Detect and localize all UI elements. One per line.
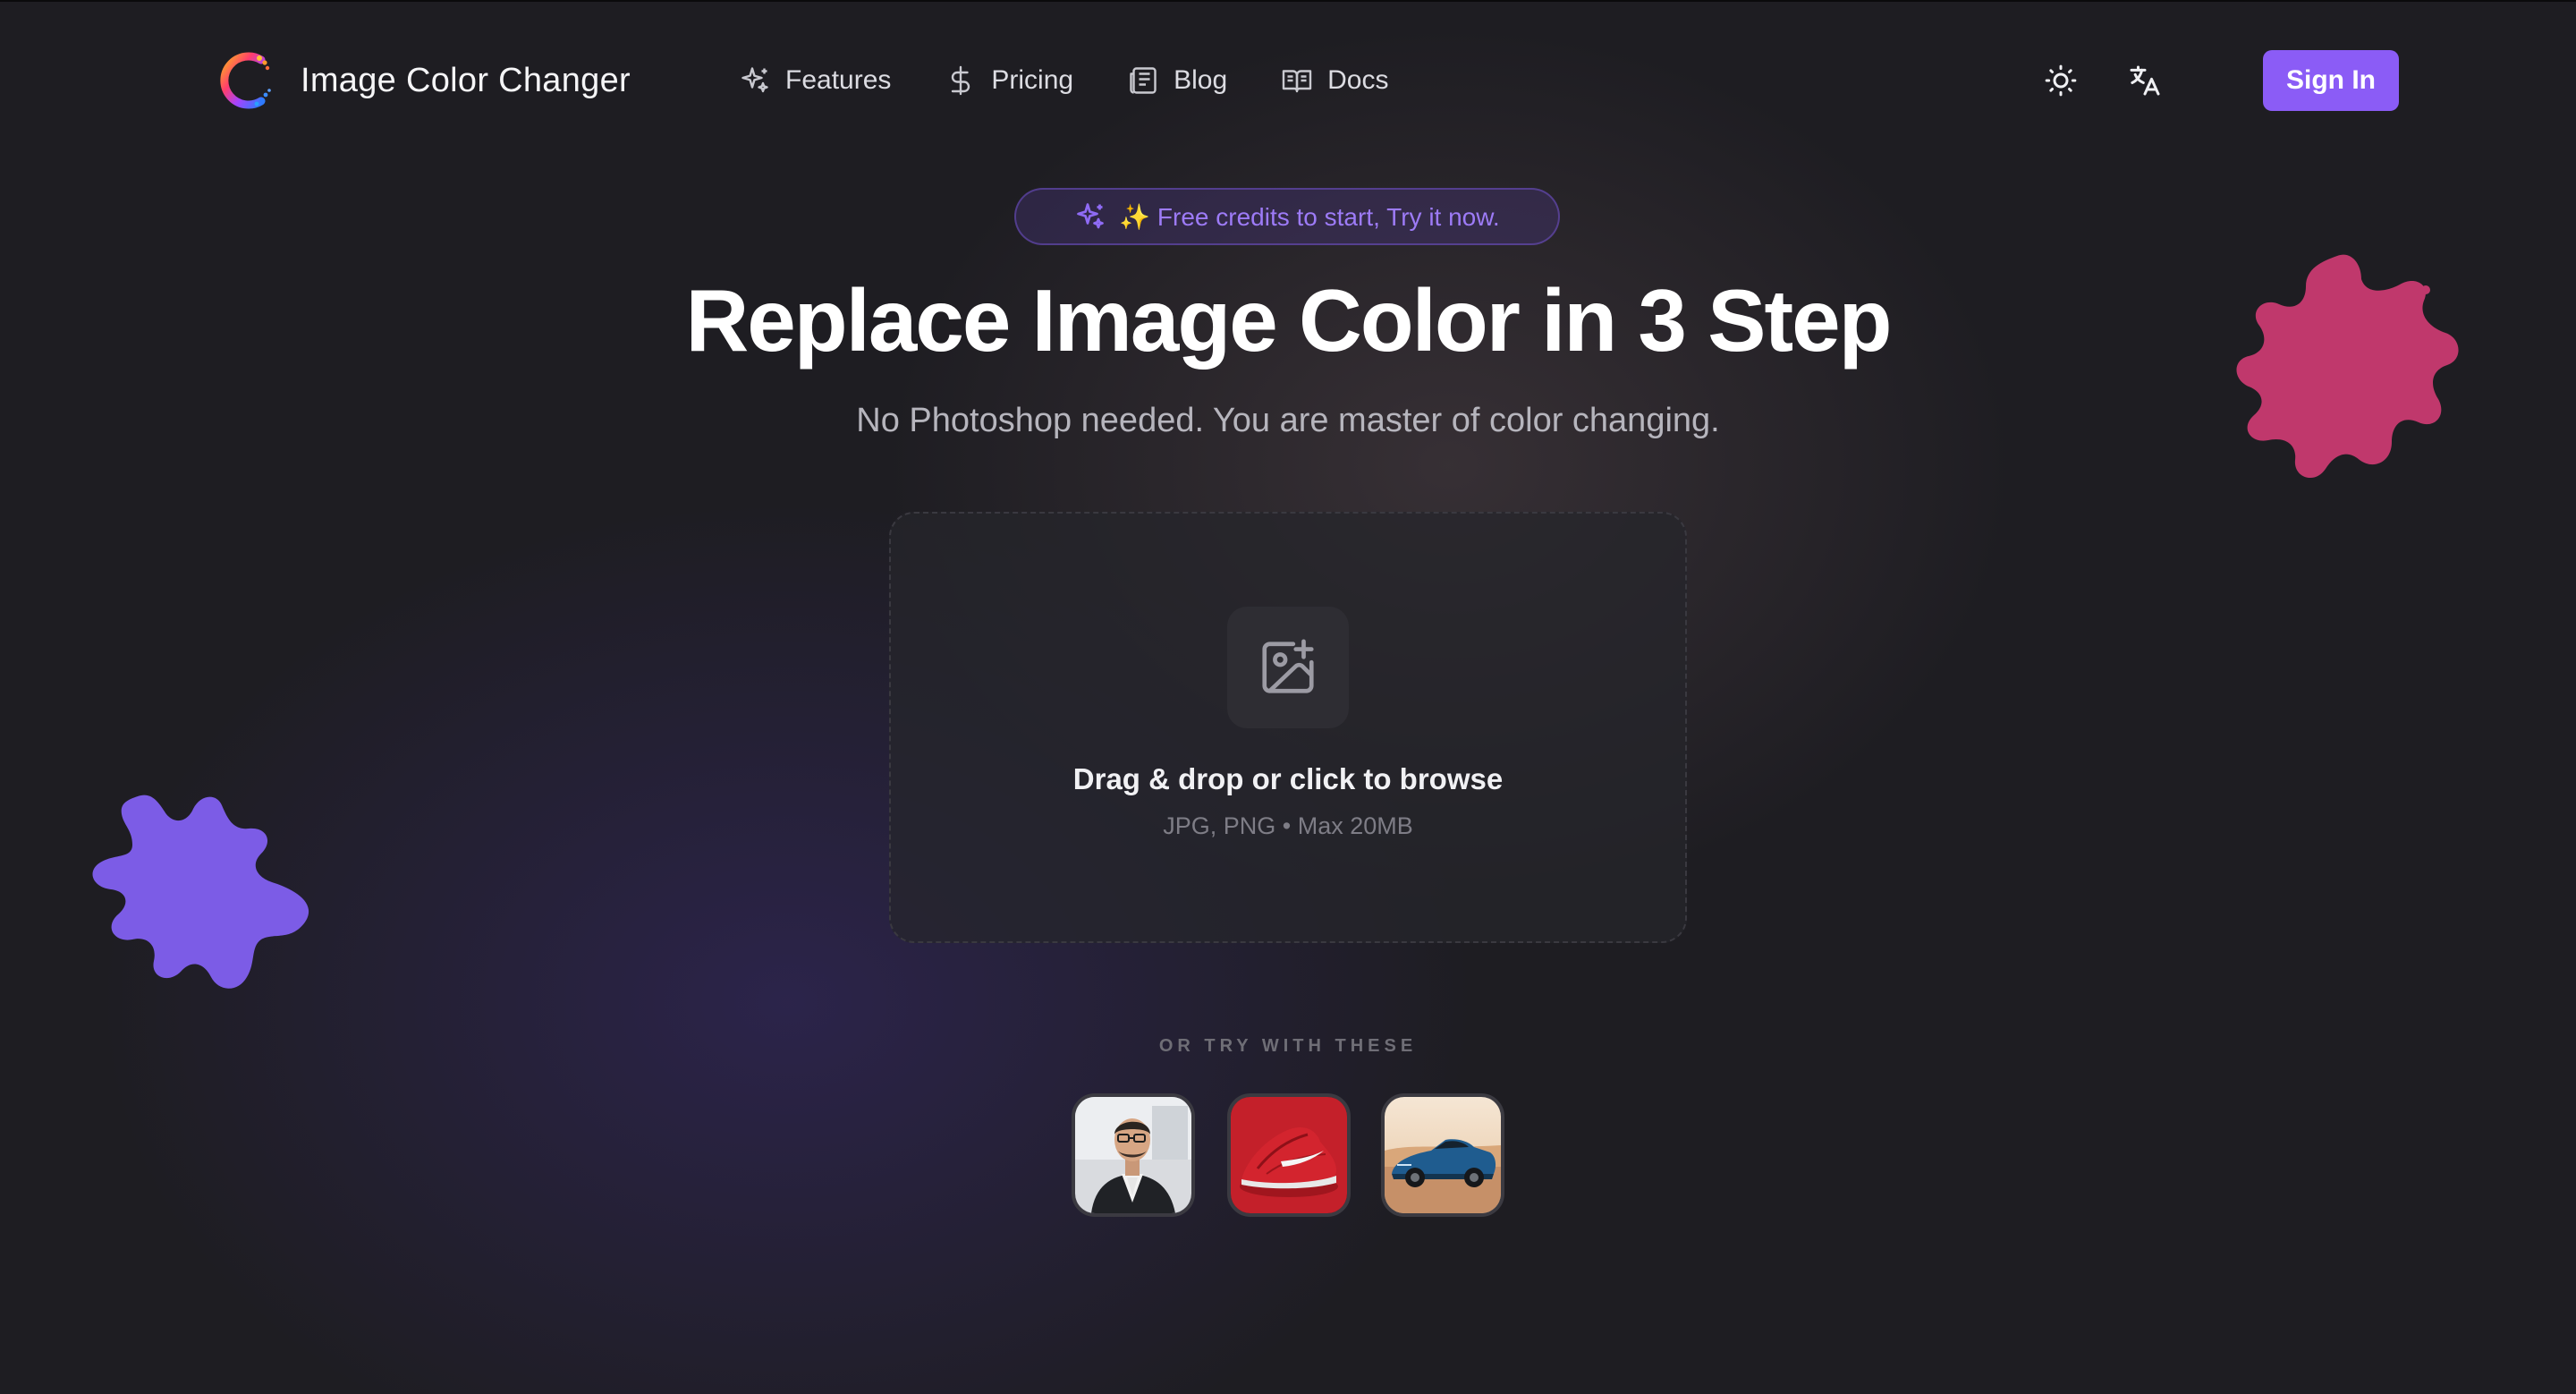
- sample-image-sneaker[interactable]: [1227, 1093, 1351, 1217]
- brand-logo-icon: [220, 52, 271, 109]
- brand-home-link[interactable]: Image Color Changer: [213, 45, 631, 116]
- page-title: Replace Image Color in 3 Step: [685, 271, 1892, 370]
- page-subtitle: No Photoshop needed. You are master of c…: [856, 402, 1720, 439]
- nav-pricing-link[interactable]: Pricing: [945, 64, 1073, 97]
- nav-pricing-label: Pricing: [991, 65, 1074, 95]
- sparkles-icon: [1074, 200, 1106, 233]
- image-upload-dropzone[interactable]: Drag & drop or click to browse JPG, PNG …: [889, 512, 1687, 943]
- upload-icon-box: [1227, 607, 1349, 728]
- dropzone-file-hint: JPG, PNG • Max 20MB: [1163, 812, 1413, 839]
- newspaper-icon: [1127, 64, 1159, 97]
- free-credits-banner[interactable]: ✨ Free credits to start, Try it now.: [1014, 188, 1560, 245]
- book-open-icon: [1281, 64, 1313, 97]
- nav-blog-link[interactable]: Blog: [1127, 64, 1227, 97]
- nav-docs-label: Docs: [1327, 65, 1389, 95]
- nav-blog-label: Blog: [1174, 65, 1228, 95]
- sample-images: [1072, 1093, 1504, 1217]
- sign-in-button[interactable]: Sign In: [2263, 50, 2399, 111]
- nav-features-label: Features: [785, 65, 892, 95]
- language-button[interactable]: [2120, 55, 2170, 106]
- sample-image-car[interactable]: [1381, 1093, 1504, 1217]
- translate-icon: [2130, 65, 2160, 96]
- purple-splash-decoration: [92, 795, 309, 989]
- top-navbar: Image Color Changer Features Pricing Blo…: [0, 2, 2576, 157]
- nav-actions: Sign In: [2036, 48, 2399, 113]
- free-credits-text: ✨ Free credits to start, Try it now.: [1119, 202, 1500, 231]
- sparkles-icon: [739, 64, 771, 97]
- theme-toggle-button[interactable]: [2036, 55, 2086, 106]
- sample-images-label: OR TRY WITH THESE: [1158, 1036, 1418, 1056]
- dropzone-title: Drag & drop or click to browse: [1072, 762, 1504, 795]
- main-nav: Features Pricing Blog Docs: [739, 55, 1443, 106]
- nav-features-link[interactable]: Features: [739, 64, 891, 97]
- dollar-icon: [945, 64, 977, 97]
- sun-icon: [2045, 64, 2077, 97]
- sample-image-portrait[interactable]: [1072, 1093, 1195, 1217]
- nav-docs-link[interactable]: Docs: [1281, 64, 1389, 97]
- brand-name: Image Color Changer: [301, 61, 631, 99]
- image-plus-icon: [1262, 639, 1314, 693]
